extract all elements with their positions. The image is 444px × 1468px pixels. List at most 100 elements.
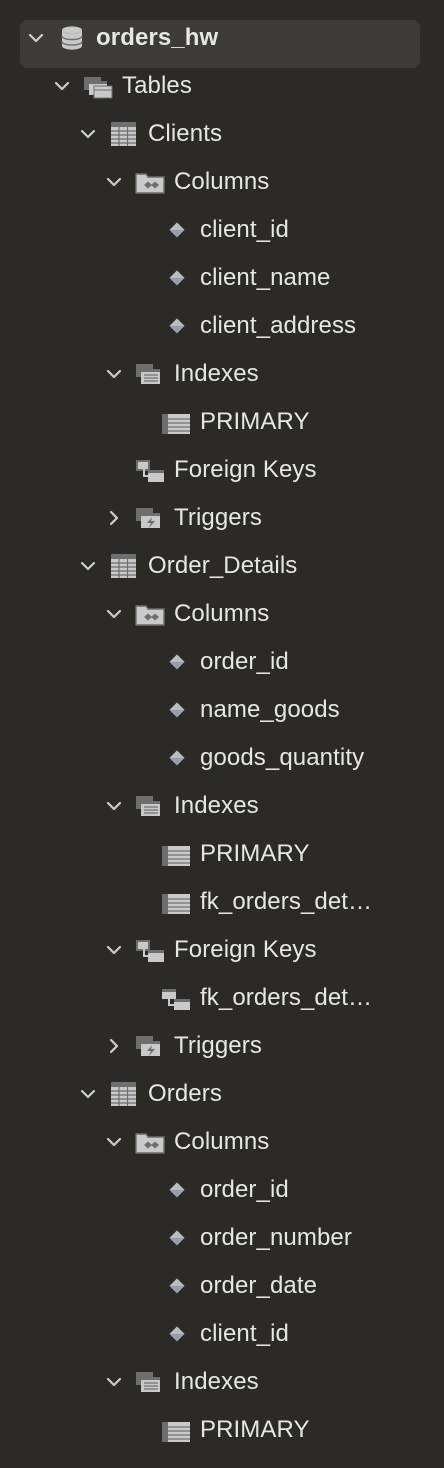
tree-label: PRIMARY (200, 408, 310, 435)
tree-row-od-foreign-keys[interactable]: Foreign Keys (0, 926, 444, 974)
column-diamond-icon (168, 317, 186, 335)
tree-label: fk_orders_det… (200, 984, 373, 1011)
index-icon (160, 840, 192, 868)
tree-row-clients-columns[interactable]: Columns (0, 158, 444, 206)
tree-row-od-indexes[interactable]: Indexes (0, 782, 444, 830)
tree-label: client_name (200, 264, 331, 291)
chevron-down-icon[interactable] (104, 172, 124, 192)
index-icon (160, 408, 192, 436)
columns-folder-icon (134, 600, 166, 628)
indexes-folder-icon (134, 360, 166, 388)
folder-tables-icon (82, 72, 114, 100)
tree-label: client_id (200, 216, 289, 243)
tree-row-t-order-details[interactable]: Order_Details (0, 542, 444, 590)
tree-row-orders-col-client-id[interactable]: client_id (0, 1310, 444, 1358)
tree-row-clients-col-client-id[interactable]: client_id (0, 206, 444, 254)
tree-row-od-col-order-id[interactable]: order_id (0, 638, 444, 686)
tree-label: Foreign Keys (174, 936, 317, 963)
tree-row-orders-columns[interactable]: Columns (0, 1118, 444, 1166)
chevron-right-icon[interactable] (104, 508, 124, 528)
columns-folder-icon (134, 1128, 166, 1156)
table-icon (108, 120, 140, 148)
tree-row-clients-col-client-address[interactable]: client_address (0, 302, 444, 350)
column-diamond-icon (168, 653, 186, 671)
table-icon (108, 1080, 140, 1108)
tree-label: Triggers (174, 504, 262, 531)
chevron-down-icon[interactable] (78, 1084, 98, 1104)
tree-label: order_number (200, 1224, 352, 1251)
indexes-folder-icon (134, 1368, 166, 1396)
column-diamond-icon (168, 1277, 186, 1295)
tree-row-od-col-name-goods[interactable]: name_goods (0, 686, 444, 734)
tree-label: fk_orders_det… (200, 888, 373, 915)
tree-row-od-index-fk[interactable]: fk_orders_det… (0, 878, 444, 926)
tree-label: orders_hw (96, 24, 219, 51)
column-diamond-icon (168, 749, 186, 767)
chevron-down-icon[interactable] (104, 940, 124, 960)
tree-label: client_address (200, 312, 357, 339)
tree-row-od-fk-item[interactable]: fk_orders_det… (0, 974, 444, 1022)
tree-row-orders-col-order-number[interactable]: order_number (0, 1214, 444, 1262)
schema-tree[interactable]: orders_hw Tables Clients Columns client_id cl… (0, 0, 444, 1468)
tree-label: Clients (148, 120, 223, 147)
tree-row-clients-index-primary[interactable]: PRIMARY (0, 398, 444, 446)
tree-label: Indexes (174, 360, 259, 387)
tree-label: Tables (122, 72, 192, 99)
column-diamond-icon (168, 1325, 186, 1343)
chevron-down-icon[interactable] (104, 364, 124, 384)
database-icon (56, 24, 88, 52)
chevron-down-icon[interactable] (26, 28, 46, 48)
tree-label: Columns (174, 168, 270, 195)
tree-row-t-orders[interactable]: Orders (0, 1070, 444, 1118)
tree-label: PRIMARY (200, 840, 310, 867)
chevron-down-icon[interactable] (78, 124, 98, 144)
column-diamond-icon (168, 701, 186, 719)
tree-row-clients-indexes[interactable]: Indexes (0, 350, 444, 398)
tree-row-orders-col-order-date[interactable]: order_date (0, 1262, 444, 1310)
index-icon (160, 1416, 192, 1444)
tree-label: client_id (200, 1320, 289, 1347)
tree-row-t-clients[interactable]: Clients (0, 110, 444, 158)
tree-label: order_date (200, 1272, 318, 1299)
column-diamond-icon (168, 1181, 186, 1199)
tree-label: Indexes (174, 792, 259, 819)
triggers-folder-icon (134, 504, 166, 532)
column-diamond-icon (168, 221, 186, 239)
index-icon (160, 888, 192, 916)
tree-row-orders-index-primary[interactable]: PRIMARY (0, 1406, 444, 1454)
tree-row-od-columns[interactable]: Columns (0, 590, 444, 638)
tree-label: order_id (200, 648, 289, 675)
chevron-down-icon[interactable] (104, 1372, 124, 1392)
tree-label: Triggers (174, 1032, 262, 1059)
tree-row-od-index-primary[interactable]: PRIMARY (0, 830, 444, 878)
tree-row-db[interactable]: orders_hw (0, 14, 444, 62)
tree-row-orders-indexes[interactable]: Indexes (0, 1358, 444, 1406)
tree-label: Orders (148, 1080, 222, 1107)
tree-label: Columns (174, 600, 270, 627)
tree-row-od-triggers[interactable]: Triggers (0, 1022, 444, 1070)
tree-row-clients-triggers[interactable]: Triggers (0, 494, 444, 542)
tree-row-clients-col-client-name[interactable]: client_name (0, 254, 444, 302)
chevron-down-icon[interactable] (78, 556, 98, 576)
columns-folder-icon (134, 168, 166, 196)
tree-label: PRIMARY (200, 1416, 310, 1443)
foreign-keys-folder-icon (134, 936, 166, 964)
foreign-key-icon (160, 984, 192, 1012)
chevron-down-icon[interactable] (104, 604, 124, 624)
tree-row-tables[interactable]: Tables (0, 62, 444, 110)
table-icon (108, 552, 140, 580)
indexes-folder-icon (134, 792, 166, 820)
tree-row-orders-col-order-id[interactable]: order_id (0, 1166, 444, 1214)
chevron-down-icon[interactable] (52, 76, 72, 96)
column-diamond-icon (168, 1229, 186, 1247)
foreign-keys-folder-icon (134, 456, 166, 484)
tree-label: Columns (174, 1128, 270, 1155)
tree-row-clients-foreign-keys[interactable]: Foreign Keys (0, 446, 444, 494)
tree-label: name_goods (200, 696, 340, 723)
tree-row-od-col-goods-quantity[interactable]: goods_quantity (0, 734, 444, 782)
chevron-right-icon[interactable] (104, 1036, 124, 1056)
tree-label: Indexes (174, 1368, 259, 1395)
chevron-down-icon[interactable] (104, 1132, 124, 1152)
chevron-down-icon[interactable] (104, 796, 124, 816)
tree-label: goods_quantity (200, 744, 365, 771)
